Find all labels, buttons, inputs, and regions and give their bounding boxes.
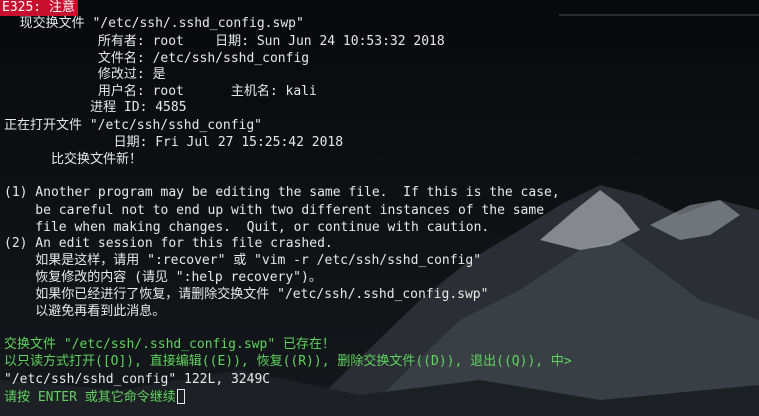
reason-one-line-2: be careful not to end up with two differ…	[4, 203, 545, 218]
file-info-line: "/etc/ssh/sshd_config" 122L, 3249C	[4, 372, 271, 387]
opening-file-line: 正在打开文件 "/etc/ssh/sshd_config"	[4, 118, 263, 133]
newer-than-swap-line: 比交换文件新！	[4, 152, 142, 167]
text-cursor[interactable]	[176, 389, 185, 404]
reason-two-line-5: 以避免再看到此消息。	[4, 304, 166, 319]
swap-user-host-line: 用户名: root 主机名: kali	[4, 84, 317, 99]
swap-filename-line: 文件名: /etc/ssh/sshd_config	[4, 51, 310, 66]
swap-pid-line: 进程 ID: 4585	[4, 100, 187, 115]
press-enter-text: 请按 ENTER 或其它命令继续	[4, 390, 176, 405]
reason-two-line-1: (2) An edit session for this file crashe…	[4, 236, 333, 251]
swap-options-prompt[interactable]: 以只读方式打开([O]), 直接编辑((E)), 恢复((R)), 删除交换文件…	[4, 354, 572, 370]
vim-warning-code: E325: 注意	[0, 0, 78, 16]
swap-exists-prompt: 交换文件 "/etc/ssh/.sshd_config.swp" 已存在！	[4, 337, 335, 352]
swap-modified-line: 修改过: 是	[4, 67, 166, 82]
swap-file-found-line: 现交换文件 "/etc/ssh/.sshd_config.swp"	[4, 16, 304, 31]
reason-two-line-2: 如果是这样，请用 ":recover" 或 "vim -r /etc/ssh/s…	[4, 253, 482, 268]
file-date-line: 日期: Fri Jul 27 15:25:42 2018	[4, 135, 344, 150]
reason-one-line-3: file when making changes. Quit, or conti…	[4, 220, 490, 235]
terminal-screen[interactable]: E325: 注意 现交换文件 "/etc/ssh/.sshd_config.sw…	[0, 0, 759, 416]
reason-two-line-3: 恢复修改的内容 (请见 ":help recovery")。	[4, 270, 322, 285]
swap-owner-date-line: 所有者: root 日期: Sun Jun 24 10:53:32 2018	[4, 34, 445, 49]
reason-two-line-4: 如果你已经进行了恢复，请删除交换文件 "/etc/ssh/.sshd_confi…	[4, 287, 489, 302]
reason-one-line-1: (1) Another program may be editing the s…	[4, 185, 560, 200]
press-enter-prompt[interactable]: 请按 ENTER 或其它命令继续	[4, 389, 185, 405]
